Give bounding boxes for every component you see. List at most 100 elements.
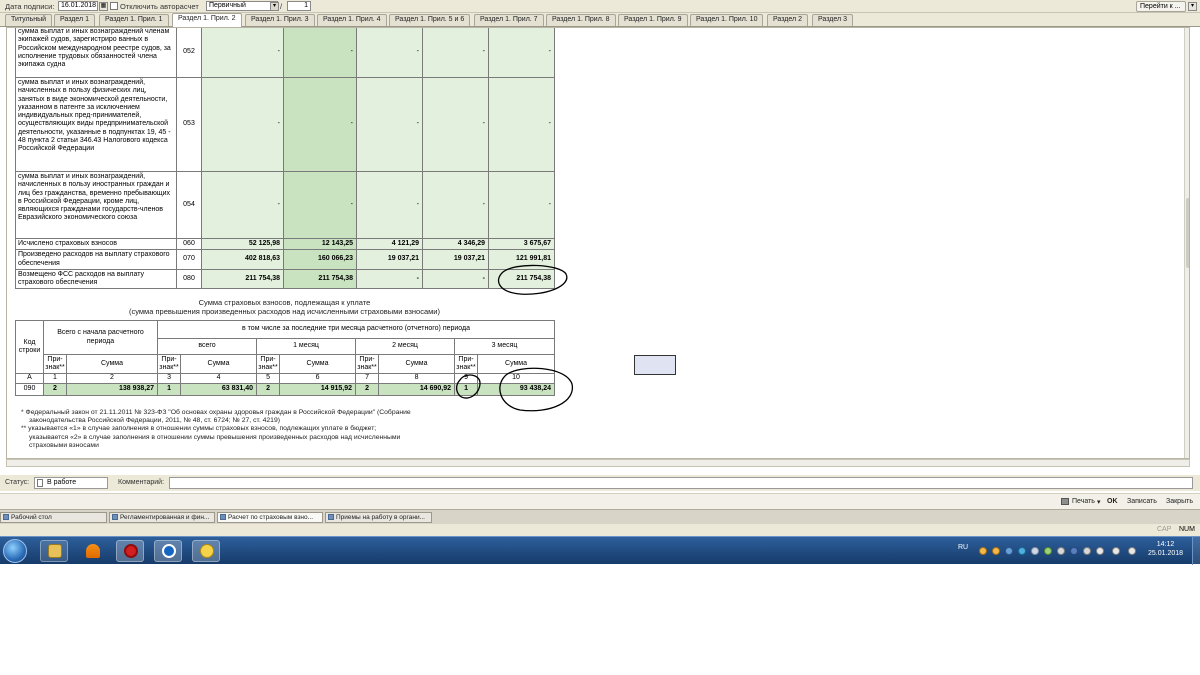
value-cell[interactable]: 211 754,38: [488, 268, 555, 290]
value-cell[interactable]: -: [201, 171, 284, 239]
value-cell[interactable]: -: [356, 268, 423, 290]
chevron-down-icon[interactable]: ▾: [270, 2, 279, 11]
value-cell[interactable]: -: [488, 28, 555, 78]
tab-section-1-app-4[interactable]: Раздел 1. Прил. 4: [317, 14, 387, 26]
chevron-down-icon[interactable]: ▾: [1188, 2, 1197, 11]
vlc-icon[interactable]: [78, 540, 106, 562]
tab-section-3[interactable]: Раздел 3: [812, 14, 853, 26]
value-cell[interactable]: 3 675,67: [488, 237, 555, 251]
value-cell[interactable]: -: [488, 171, 555, 239]
tray-icon[interactable]: [1005, 547, 1013, 555]
volume-icon[interactable]: [1128, 547, 1136, 555]
tab-section-1-app-7[interactable]: Раздел 1. Прил. 7: [474, 14, 544, 26]
chevron-down-icon[interactable]: ▾: [1097, 498, 1101, 506]
status-select[interactable]: В работе: [34, 477, 108, 489]
report-type-select[interactable]: Первичный: [206, 1, 278, 11]
folder-icon[interactable]: [40, 540, 68, 562]
sign-cell[interactable]: 2: [256, 383, 281, 396]
show-desktop-button[interactable]: [1192, 537, 1200, 565]
value-cell[interactable]: -: [488, 77, 555, 172]
tab-section-1-app-8[interactable]: Раздел 1. Прил. 8: [546, 14, 616, 26]
selected-cell[interactable]: [634, 355, 676, 375]
horizontal-scrollbar[interactable]: [6, 459, 1190, 467]
sum-cell[interactable]: 93 438,24: [477, 383, 556, 396]
tray-icon[interactable]: [1057, 547, 1065, 555]
value-cell[interactable]: -: [422, 171, 489, 239]
value-cell[interactable]: 19 037,21: [356, 249, 423, 270]
sign-cell[interactable]: 2: [43, 383, 67, 396]
tray-icon[interactable]: [1031, 547, 1039, 555]
calendar-icon[interactable]: ▦: [99, 2, 108, 11]
flag-icon[interactable]: [1096, 547, 1104, 555]
clock[interactable]: 14:12 25.01.2018: [1148, 540, 1183, 558]
autocalc-checkbox[interactable]: [110, 2, 118, 10]
value-cell[interactable]: 211 754,38: [283, 268, 357, 290]
monitor-icon[interactable]: [1112, 547, 1120, 555]
value-cell[interactable]: 402 818,63: [201, 249, 284, 270]
ok-button[interactable]: OK: [1107, 498, 1118, 505]
value-cell[interactable]: 4 346,29: [422, 237, 489, 251]
value-cell[interactable]: 211 754,38: [201, 268, 284, 290]
window-reports[interactable]: Регламентированная и фин...: [109, 512, 215, 523]
tab-section-1-app-9[interactable]: Раздел 1. Прил. 9: [618, 14, 688, 26]
value-cell[interactable]: -: [283, 77, 357, 172]
value-cell[interactable]: 121 991,81: [488, 249, 555, 270]
sum-cell[interactable]: 14 690,92: [378, 383, 456, 396]
1c-icon[interactable]: [192, 540, 220, 562]
teamviewer-icon[interactable]: [154, 540, 182, 562]
comment-input[interactable]: [169, 477, 1193, 489]
tab-section-1-app-10[interactable]: Раздел 1. Прил. 10: [690, 14, 764, 26]
sum-cell[interactable]: 138 938,27: [65, 383, 159, 396]
tray-icon[interactable]: [1018, 547, 1026, 555]
tab-title[interactable]: Титульный: [5, 14, 53, 26]
value-cell[interactable]: -: [356, 77, 423, 172]
page-total-field[interactable]: 1: [287, 1, 311, 11]
date-field[interactable]: 16.01.2018: [58, 1, 98, 11]
value-cell[interactable]: -: [356, 171, 423, 239]
tab-section-1-app-2[interactable]: Раздел 1. Прил. 2: [172, 13, 242, 27]
sum-cell[interactable]: 63 831,40: [180, 383, 258, 396]
tray-icon[interactable]: [1044, 547, 1052, 555]
value-cell[interactable]: 160 066,23: [283, 249, 357, 270]
tray-icon[interactable]: [979, 547, 987, 555]
value-cell[interactable]: -: [201, 77, 284, 172]
value-cell[interactable]: -: [422, 77, 489, 172]
language-indicator[interactable]: RU: [958, 544, 968, 551]
save-button[interactable]: Записать: [1127, 498, 1157, 505]
scrollbar-thumb[interactable]: [1186, 198, 1189, 268]
sign-cell[interactable]: 1: [454, 383, 479, 396]
close-button[interactable]: Закрыть: [1166, 498, 1193, 505]
opera-icon[interactable]: [116, 540, 144, 562]
sum-cell[interactable]: 14 915,92: [279, 383, 357, 396]
print-button[interactable]: Печать: [1072, 498, 1095, 505]
tab-section-2[interactable]: Раздел 2: [767, 14, 808, 26]
goto-button[interactable]: Перейти к ...: [1136, 1, 1186, 12]
tray-icon[interactable]: [1070, 547, 1078, 555]
tab-section-1[interactable]: Раздел 1: [54, 14, 95, 26]
tab-section-1-app-1[interactable]: Раздел 1. Прил. 1: [99, 14, 169, 26]
value-cell[interactable]: -: [283, 28, 357, 78]
start-button[interactable]: [3, 539, 27, 563]
tab-section-1-app-3[interactable]: Раздел 1. Прил. 3: [245, 14, 315, 26]
value-cell[interactable]: 19 037,21: [422, 249, 489, 270]
document-area[interactable]: сумма выплат и иных вознаграждений члена…: [6, 27, 1190, 459]
value-cell[interactable]: 52 125,98: [201, 237, 284, 251]
value-cell[interactable]: -: [422, 268, 489, 290]
value-cell[interactable]: 12 143,25: [283, 237, 357, 251]
value-cell[interactable]: 4 121,29: [356, 237, 423, 251]
sign-cell[interactable]: 1: [157, 383, 182, 396]
tray-icon[interactable]: [992, 547, 1000, 555]
tab-section-1-app-5-6[interactable]: Раздел 1. Прил. 5 и 6: [389, 14, 471, 26]
sign-cell[interactable]: 2: [355, 383, 380, 396]
value-cell[interactable]: -: [356, 28, 423, 78]
window-desktop[interactable]: Рабочий стол: [0, 512, 107, 523]
os-taskbar: RU 14:12 25.01.2018: [0, 536, 1200, 565]
header-total: Всего с начала расчетного периода: [42, 320, 159, 355]
window-insurance-calc[interactable]: Расчет по страховым взно...: [217, 512, 323, 523]
window-hiring[interactable]: Приемы на работу в органи...: [325, 512, 432, 523]
value-cell[interactable]: -: [422, 28, 489, 78]
network-icon[interactable]: [1083, 547, 1091, 555]
vertical-scrollbar[interactable]: [1184, 28, 1189, 458]
value-cell[interactable]: -: [201, 28, 284, 78]
value-cell[interactable]: -: [283, 171, 357, 239]
